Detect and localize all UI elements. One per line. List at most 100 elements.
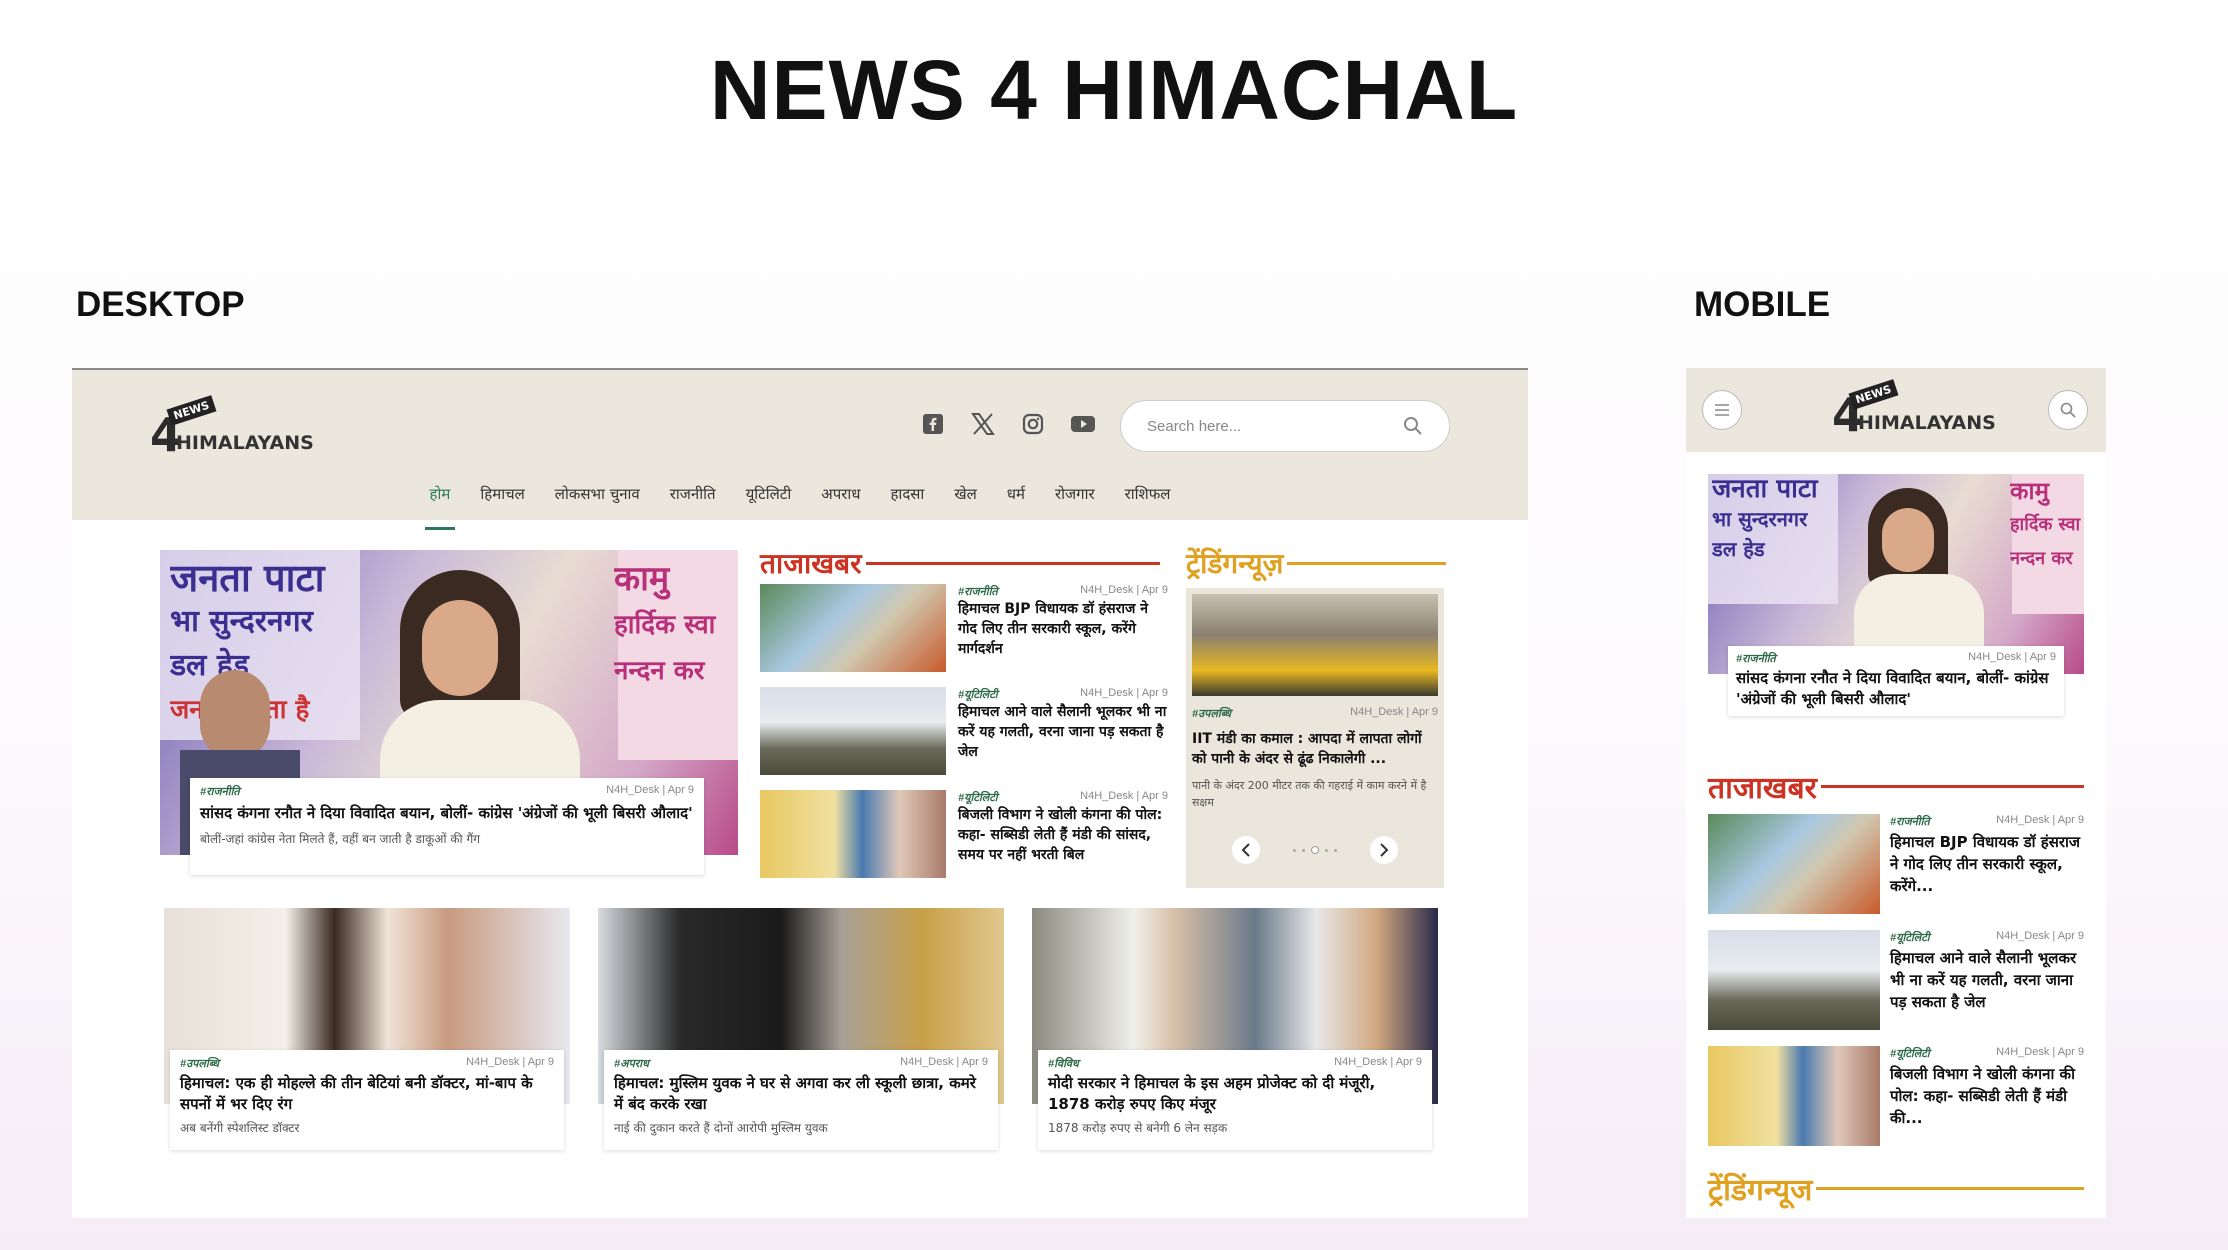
trending-sub: पानी के अंदर 200 मीटर तक की गहराई में का…	[1192, 779, 1427, 809]
menu-icon[interactable]	[1702, 390, 1742, 430]
item-tag[interactable]: #राजनीति	[1890, 814, 1930, 829]
mobile-hero-card[interactable]: #राजनीति N4H_Desk | Apr 9 सांसद कंगना रनौ…	[1728, 646, 2064, 716]
bottom-card-2[interactable]: #अपराध N4H_Desk | Apr 9 हिमाचल: मुस्लिम य…	[604, 1050, 998, 1150]
item-tag[interactable]: #यूटिलिटी	[958, 790, 998, 805]
carousel-controls	[1186, 836, 1444, 864]
trending-tag[interactable]: #उपलब्धि	[1192, 706, 1231, 721]
item-headline[interactable]: हिमाचल BJP विधायक डॉ हंसराज ने गोद लिए त…	[1890, 831, 2084, 897]
news-thumb[interactable]	[760, 687, 946, 775]
card-sub: 1878 करोड़ रुपए से बनेगी 6 लेन सड़क	[1048, 1121, 1228, 1135]
item-tag[interactable]: #यूटिलिटी	[1890, 1046, 1930, 1061]
item-headline[interactable]: बिजली विभाग ने खोली कंगना की पोल: कहा- स…	[1890, 1063, 2084, 1129]
search-box[interactable]: Search here...	[1120, 400, 1450, 452]
card-headline[interactable]: मोदी सरकार ने हिमाचल के इस अहम प्रोजेक्ट…	[1048, 1073, 1422, 1115]
hero-tag[interactable]: #राजनीति	[200, 784, 240, 799]
item-headline[interactable]: बिजली विभाग ने खोली कंगना की पोल: कहा- स…	[958, 805, 1168, 865]
card-sub: अब बनेंगी स्पेशलिस्ट डॉक्टर	[180, 1121, 300, 1135]
logo-news-badge: NEWS	[1848, 379, 1899, 410]
mobile-hero-image[interactable]: जनता पाटा भा सुन्दरनगर डल हेड कामु हार्द…	[1708, 474, 2084, 674]
news-thumb[interactable]	[1708, 930, 1880, 1030]
item-meta: N4H_Desk | Apr 9	[1996, 814, 2084, 826]
list-item[interactable]: #यूटिलिटी N4H_Desk | Apr 9 बिजली विभाग ने…	[760, 790, 1168, 882]
search-icon[interactable]	[1403, 416, 1423, 436]
search-icon[interactable]	[2048, 390, 2088, 430]
item-tag[interactable]: #यूटिलिटी	[1890, 930, 1930, 945]
hero-poster-text-1: जनता पाटा	[170, 556, 325, 600]
mobile-trending-heading: ट्रेंडिंगन्यूज	[1708, 1168, 2084, 1209]
logo-news-badge: NEWS	[166, 395, 217, 426]
trending-meta: N4H_Desk | Apr 9	[1350, 706, 1438, 718]
trending-carousel: #उपलब्धि N4H_Desk | Apr 9 IIT मंडी का कमा…	[1186, 588, 1444, 888]
hero-headline[interactable]: सांसद कंगना रनौत ने दिया विवादित बयान, ब…	[200, 803, 694, 824]
bottom-card-1[interactable]: #उपलब्धि N4H_Desk | Apr 9 हिमाचल: एक ही म…	[170, 1050, 564, 1150]
nav-item-home[interactable]: होम	[415, 482, 466, 530]
item-headline[interactable]: हिमाचल आने वाले सैलानी भूलकर भी ना करें …	[958, 702, 1168, 762]
card-meta: N4H_Desk | Apr 9	[900, 1056, 988, 1068]
item-headline[interactable]: हिमाचल BJP विधायक डॉ हंसराज ने गोद लिए त…	[958, 599, 1168, 659]
mobile-logo[interactable]: 4 HIMALAYANS NEWS	[1832, 379, 1996, 438]
hero-tag[interactable]: #राजनीति	[1736, 651, 1776, 666]
instagram-icon[interactable]	[1017, 408, 1049, 440]
trending-headline[interactable]: IIT मंडी का कमाल : आपदा में लापता लोगों …	[1192, 729, 1438, 769]
facebook-icon[interactable]	[917, 408, 949, 440]
nav-item-utility[interactable]: यूटिलिटी	[731, 482, 807, 520]
card-tag[interactable]: #उपलब्धि	[180, 1056, 219, 1071]
chevron-right-icon[interactable]	[1370, 836, 1398, 864]
hero-sub: बोलीं-जहां कांग्रेस नेता मिलते हैं, वहीं…	[200, 832, 480, 846]
list-item[interactable]: #राजनीति N4H_Desk | Apr 9 हिमाचल BJP विधा…	[1708, 814, 2084, 918]
news-thumb[interactable]	[1708, 1046, 1880, 1146]
hero-poster-right-1: कामु	[2010, 477, 2049, 505]
news-thumb[interactable]	[760, 584, 946, 672]
desktop-label: DESKTOP	[76, 285, 245, 324]
card-tag[interactable]: #अपराध	[614, 1056, 649, 1071]
nav-item-khel[interactable]: खेल	[939, 482, 991, 520]
mobile-header: 4 HIMALAYANS NEWS	[1686, 368, 2106, 452]
x-icon[interactable]	[967, 408, 999, 440]
card-meta: N4H_Desk | Apr 9	[1334, 1056, 1422, 1068]
carousel-dots[interactable]	[1293, 846, 1337, 854]
list-item[interactable]: #यूटिलिटी N4H_Desk | Apr 9 बिजली विभाग ने…	[1708, 1046, 2084, 1150]
card-headline[interactable]: हिमाचल: मुस्लिम युवक ने घर से अगवा कर ली…	[614, 1073, 988, 1115]
nav-item-apradh[interactable]: अपराध	[806, 482, 875, 520]
logo-text: HIMALAYANS	[1858, 412, 1996, 434]
main-nav: होम हिमाचल लोकसभा चुनाव राजनीति यूटिलिटी…	[72, 482, 1528, 530]
card-meta: N4H_Desk | Apr 9	[466, 1056, 554, 1068]
site-logo[interactable]: 4 HIMALAYANS NEWS	[150, 395, 314, 458]
hero-headline[interactable]: सांसद कंगना रनौत ने दिया विवादित बयान, ब…	[1736, 668, 2056, 710]
hero-poster-text-1: जनता पाटा	[1712, 474, 1818, 504]
card-tag[interactable]: #विविध	[1048, 1056, 1079, 1071]
nav-item-rojgar[interactable]: रोजगार	[1040, 482, 1110, 520]
trending-image[interactable]	[1192, 594, 1438, 696]
nav-item-himachal[interactable]: हिमाचल	[465, 482, 539, 520]
nav-item-hadsa[interactable]: हादसा	[875, 482, 939, 520]
nav-item-rashifal[interactable]: राशिफल	[1110, 482, 1186, 520]
list-item[interactable]: #यूटिलिटी N4H_Desk | Apr 9 हिमाचल आने वाल…	[1708, 930, 2084, 1034]
youtube-icon[interactable]	[1067, 408, 1099, 440]
news-thumb[interactable]	[1708, 814, 1880, 914]
tajakhabar-heading: ताजाखबर	[760, 544, 1160, 582]
list-item[interactable]: #यूटिलिटी N4H_Desk | Apr 9 हिमाचल आने वाल…	[760, 687, 1168, 779]
nav-item-dharm[interactable]: धर्म	[992, 482, 1040, 520]
page-title: NEWS 4 HIMACHAL	[709, 43, 1519, 137]
hero-card[interactable]: #राजनीति N4H_Desk | Apr 9 सांसद कंगना रन…	[190, 778, 704, 875]
list-item[interactable]: #राजनीति N4H_Desk | Apr 9 हिमाचल BJP विधा…	[760, 584, 1168, 676]
news-thumb[interactable]	[760, 790, 946, 878]
search-input[interactable]: Search here...	[1147, 418, 1241, 435]
item-meta: N4H_Desk | Apr 9	[1996, 1046, 2084, 1058]
hero-poster-right-2: हार्दिक स्वा	[2010, 514, 2081, 535]
trending-title: ट्रेंडिंगन्यूज	[1708, 1173, 1813, 1208]
chevron-left-icon[interactable]	[1232, 836, 1260, 864]
hero-poster-text-3: डल हेड	[170, 648, 249, 683]
nav-item-rajniti[interactable]: राजनीति	[655, 482, 731, 520]
mobile-news-list: #राजनीति N4H_Desk | Apr 9 हिमाचल BJP विधा…	[1708, 814, 2084, 1150]
mobile-tajakhabar-heading: ताजाखबर	[1708, 766, 2084, 807]
bottom-card-3[interactable]: #विविध N4H_Desk | Apr 9 मोदी सरकार ने हिम…	[1038, 1050, 1432, 1150]
card-headline[interactable]: हिमाचल: एक ही मोहल्ले की तीन बेटियां बनी…	[180, 1073, 554, 1115]
item-tag[interactable]: #यूटिलिटी	[958, 687, 998, 702]
item-tag[interactable]: #राजनीति	[958, 584, 998, 599]
hero-poster-right-1: कामु	[614, 559, 670, 599]
item-headline[interactable]: हिमाचल आने वाले सैलानी भूलकर भी ना करें …	[1890, 947, 2084, 1013]
hero-poster-text-2: भा सुन्दरनगर	[170, 604, 313, 639]
desktop-frame: 4 HIMALAYANS NEWS Search here... होम हिम…	[72, 368, 1528, 1218]
nav-item-loksabha[interactable]: लोकसभा चुनाव	[540, 482, 655, 520]
